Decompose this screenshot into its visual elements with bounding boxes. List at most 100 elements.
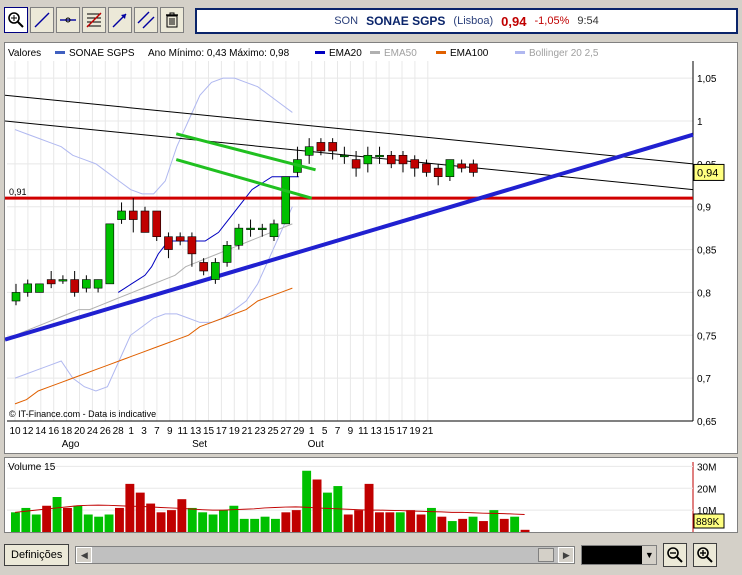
quote-time: 9:54 bbox=[577, 15, 599, 27]
zoom-in-button[interactable] bbox=[693, 543, 718, 567]
candle-body bbox=[269, 223, 279, 238]
x-tick-label: 1 bbox=[309, 426, 315, 437]
candle-body bbox=[23, 283, 33, 293]
delete-drawings-button[interactable] bbox=[160, 7, 184, 33]
volume-bar bbox=[281, 512, 291, 532]
x-tick-label: 12 bbox=[22, 426, 34, 437]
x-tick-label: 13 bbox=[190, 426, 202, 437]
volume-chart-panel[interactable]: 30M 20M 10M Volume 15 889K bbox=[4, 457, 738, 533]
candle-body bbox=[70, 279, 79, 293]
x-tick-label: 17 bbox=[396, 426, 408, 437]
x-tick-label: 10 bbox=[9, 426, 21, 437]
trash-icon bbox=[166, 12, 178, 28]
volume-chart[interactable]: 30M20M10MVolume 15889K bbox=[5, 458, 739, 534]
volume-bar bbox=[31, 514, 41, 532]
x-tick-label: 19 bbox=[409, 426, 421, 437]
candle-body bbox=[363, 154, 373, 165]
month-label: Set bbox=[192, 439, 207, 450]
x-tick-label: 7 bbox=[335, 426, 341, 437]
candle-body bbox=[234, 227, 244, 246]
x-tick-label: 9 bbox=[348, 426, 354, 437]
candle-body bbox=[222, 244, 232, 263]
x-tick-label: 18 bbox=[61, 426, 73, 437]
x-tick-label: 27 bbox=[280, 426, 292, 437]
legend-ema50: EMA50 bbox=[384, 48, 417, 59]
x-tick-label: 23 bbox=[255, 426, 267, 437]
trend-arrow-icon bbox=[112, 13, 127, 28]
volume-bar bbox=[94, 516, 104, 532]
quote-symbol: SON bbox=[334, 15, 359, 27]
trend-arrow-tool-button[interactable] bbox=[108, 7, 132, 33]
y-tick-label: 0,85 bbox=[697, 246, 717, 257]
x-tick-label: 9 bbox=[167, 426, 173, 437]
chevron-down-icon[interactable]: ▼ bbox=[642, 546, 657, 564]
quote-price: 0,94 bbox=[501, 13, 527, 29]
support-label: 0,91 bbox=[9, 187, 27, 197]
volume-bar bbox=[395, 512, 405, 532]
ema100-line bbox=[14, 287, 293, 405]
zoom-out-button[interactable] bbox=[663, 543, 688, 567]
volume-bar bbox=[354, 510, 364, 532]
x-tick-label: 20 bbox=[74, 426, 86, 437]
quote-bar: SON SONAE SGPS (Lisboa) 0,94 -1,05% 9:54 bbox=[195, 8, 738, 34]
volume-bar bbox=[177, 499, 187, 532]
candle-body bbox=[304, 146, 314, 156]
horizontal-line-icon bbox=[60, 17, 76, 23]
quote-change: -1,05% bbox=[534, 15, 570, 27]
price-chart-panel[interactable]: 1,0510,950,90,850,80,750,70,651012141618… bbox=[4, 42, 738, 454]
channel-line-lower bbox=[175, 158, 313, 200]
y-tick-label: 0,65 bbox=[697, 417, 717, 428]
x-tick-label: 15 bbox=[384, 426, 396, 437]
x-tick-label: 24 bbox=[87, 426, 99, 437]
price-chart[interactable]: 1,0510,950,90,850,80,750,70,651012141618… bbox=[5, 43, 739, 455]
volume-bar bbox=[458, 518, 468, 532]
y-tick-label: 1,05 bbox=[697, 74, 717, 85]
horizontal-scrollbar[interactable]: ◀ ▶ bbox=[75, 546, 576, 564]
fibonacci-tool-button[interactable] bbox=[82, 7, 106, 33]
candle-body bbox=[398, 154, 408, 165]
volume-bar bbox=[364, 483, 374, 532]
x-tick-label: 15 bbox=[203, 426, 215, 437]
scroll-left-icon[interactable]: ◀ bbox=[76, 547, 93, 563]
scroll-right-icon[interactable]: ▶ bbox=[558, 547, 575, 563]
data-credit: © IT-Finance.com - Data is indicative bbox=[9, 409, 156, 419]
x-tick-label: 11 bbox=[358, 426, 369, 437]
volume-bar bbox=[385, 512, 395, 532]
legend-bollinger-swatch bbox=[515, 51, 525, 54]
legend-ema100-swatch bbox=[436, 51, 446, 54]
volume-bar bbox=[375, 512, 384, 532]
horizontal-line-tool-button[interactable] bbox=[56, 7, 80, 33]
candle-body bbox=[340, 154, 349, 158]
volume-bar bbox=[115, 507, 124, 532]
legend-ema20: EMA20 bbox=[329, 48, 362, 59]
volume-bar bbox=[198, 512, 208, 532]
volume-bar bbox=[104, 514, 114, 532]
legend-series: SONAE SGPS bbox=[69, 48, 135, 59]
candle-body bbox=[410, 159, 420, 169]
volume-bar bbox=[63, 507, 72, 532]
volume-bar bbox=[312, 479, 322, 532]
y-tick-label: 0,8 bbox=[697, 288, 711, 299]
candle-body bbox=[351, 159, 361, 169]
parallel-lines-tool-button[interactable] bbox=[134, 7, 158, 33]
period-select[interactable]: ▼ bbox=[581, 545, 658, 565]
chart-toolbar bbox=[4, 4, 190, 36]
volume-bar bbox=[260, 516, 270, 532]
candle-body bbox=[199, 262, 208, 272]
volume-bar bbox=[437, 516, 447, 532]
y-tick-label: 0,7 bbox=[697, 374, 711, 385]
candle-body bbox=[316, 142, 326, 152]
candle-body bbox=[457, 163, 466, 169]
x-tick-label: 1 bbox=[128, 426, 134, 437]
scroll-thumb[interactable] bbox=[538, 548, 555, 562]
draw-line-tool-button[interactable] bbox=[30, 7, 54, 33]
candle-body bbox=[93, 279, 103, 289]
volume-bar bbox=[125, 483, 135, 532]
candle-body bbox=[128, 210, 138, 220]
zoom-in-tool-button[interactable] bbox=[4, 7, 28, 33]
definitions-button[interactable]: Definições bbox=[4, 544, 70, 566]
current-price-label: 0,94 bbox=[697, 167, 718, 179]
candle-body bbox=[281, 176, 291, 225]
volume-bar bbox=[239, 518, 249, 532]
candle-body bbox=[175, 236, 185, 242]
